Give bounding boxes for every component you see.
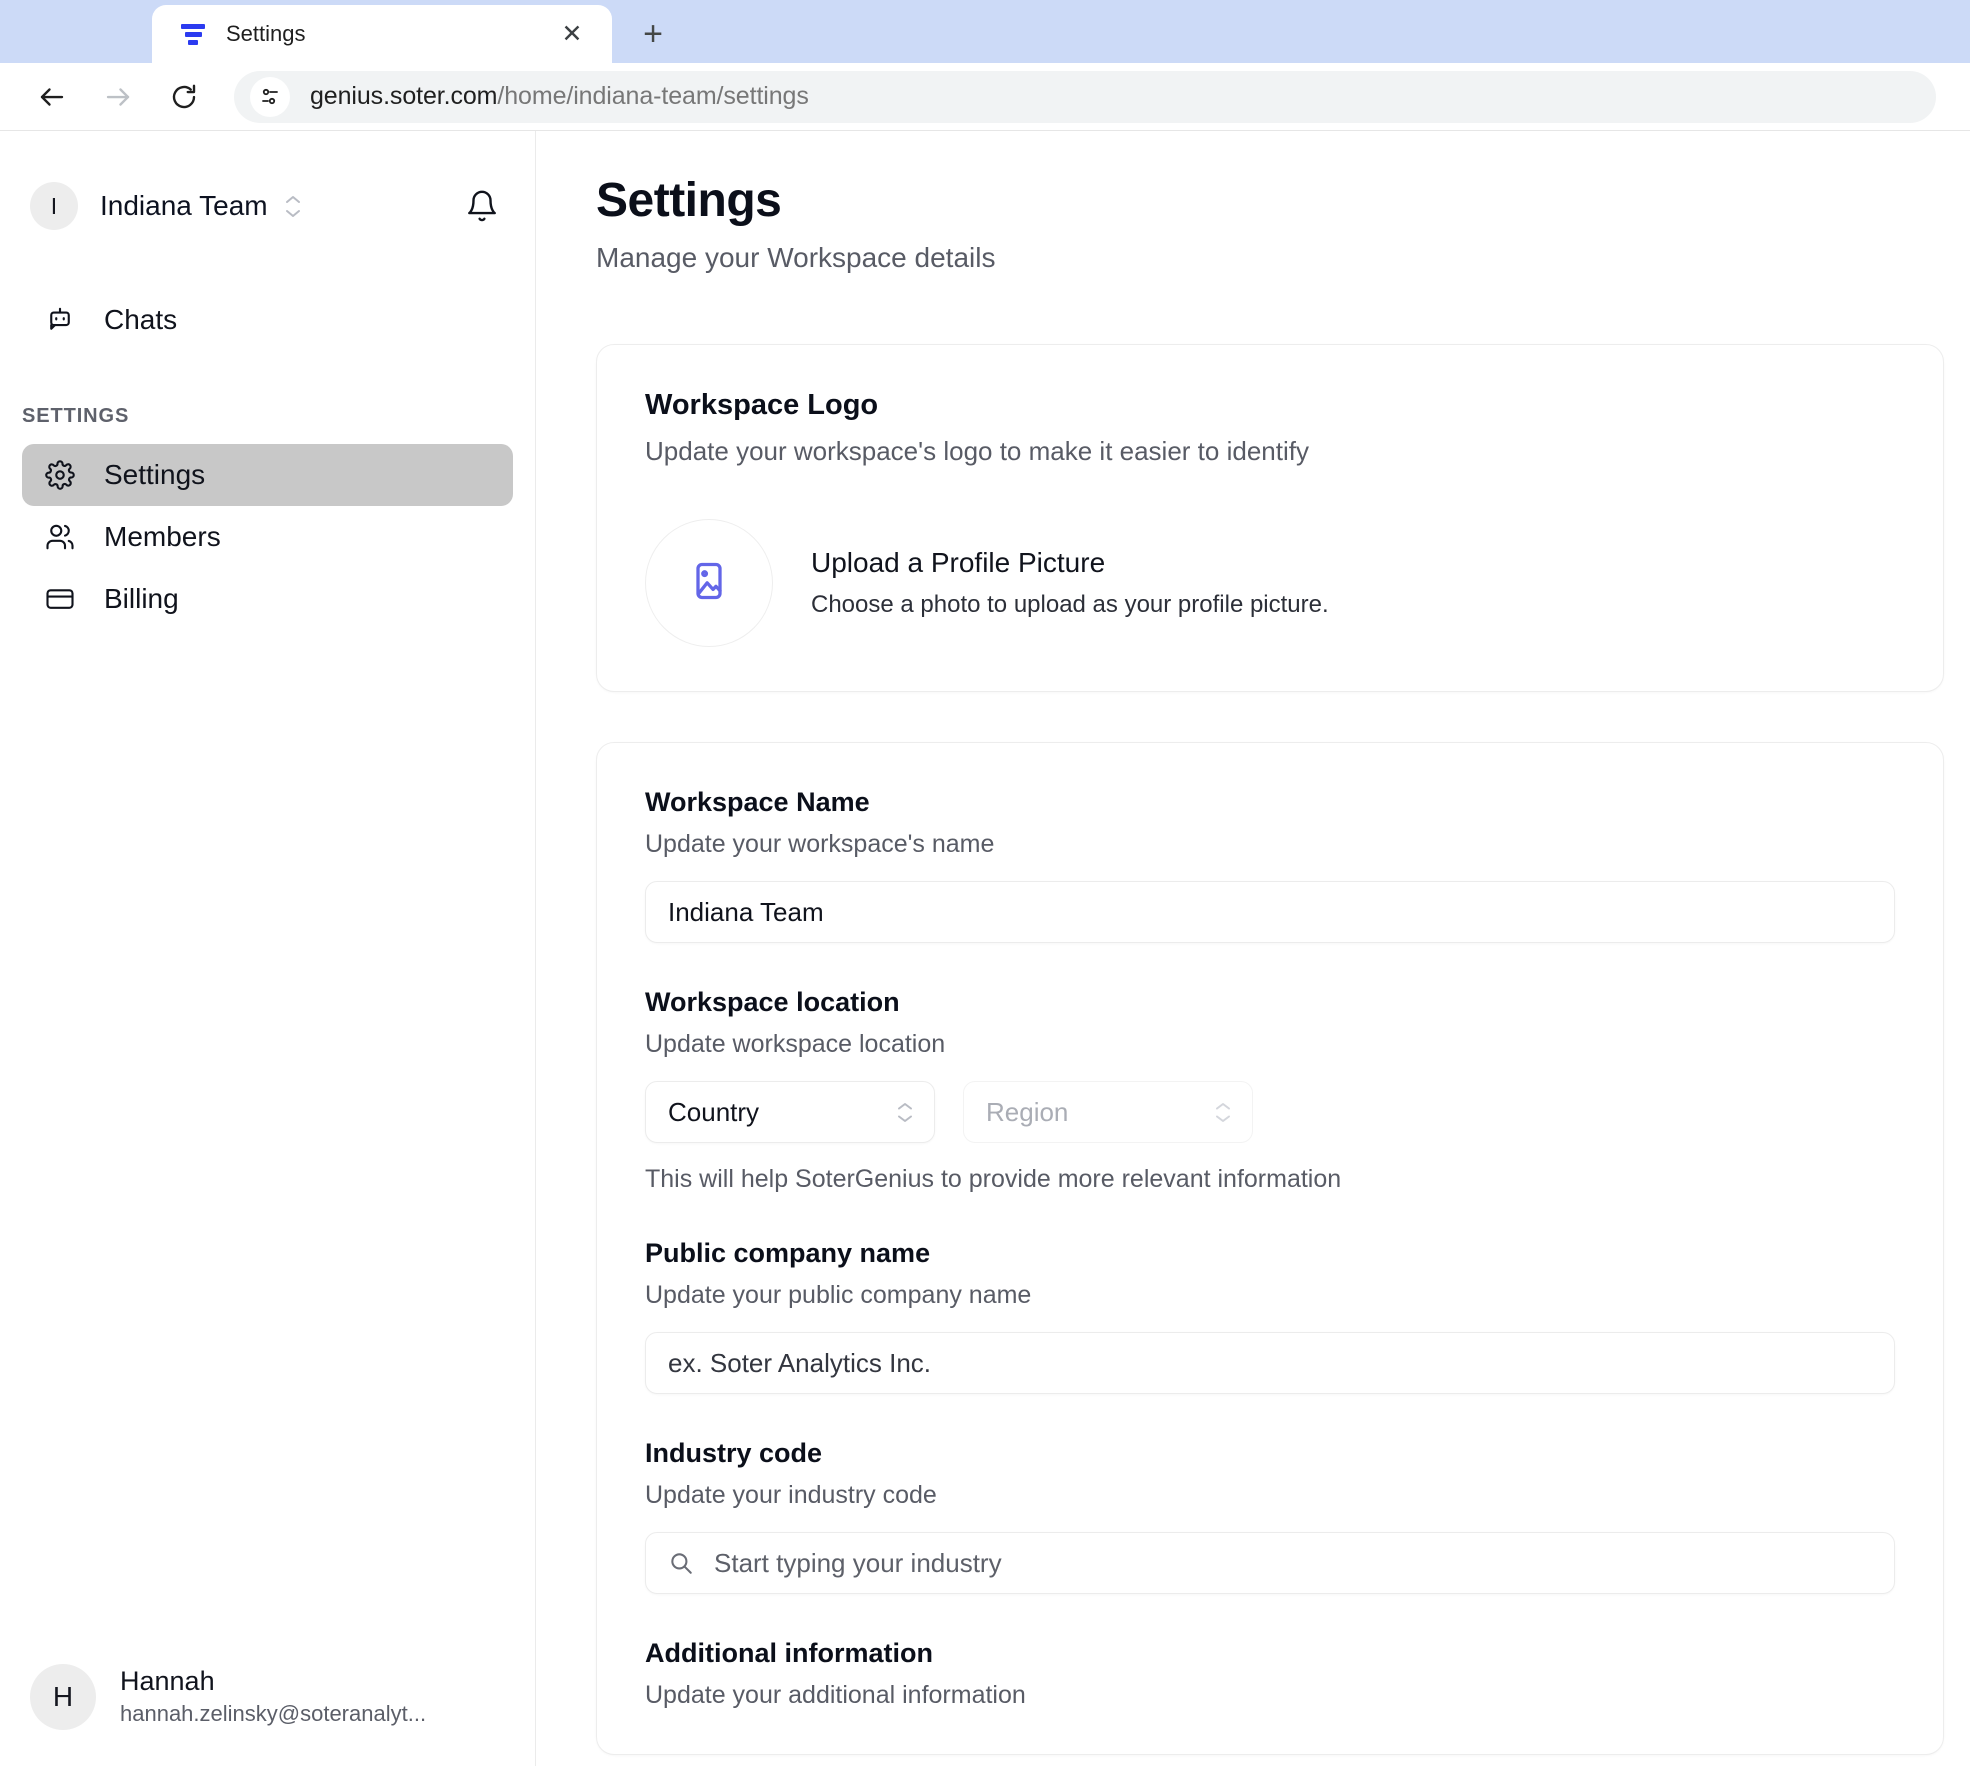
sidebar-item-label: Billing bbox=[104, 583, 179, 614]
field-help: Update your public company name bbox=[645, 1281, 1032, 1310]
main-content: Settings Manage your Workspace details W… bbox=[536, 131, 1970, 1766]
url-host: genius.soter.com bbox=[310, 82, 498, 110]
sidebar-section-title: SETTINGS bbox=[22, 405, 130, 427]
address-bar-url: genius.soter.com/home/indiana-team/setti… bbox=[310, 82, 809, 111]
workspace-avatar: I bbox=[30, 182, 78, 230]
search-icon bbox=[668, 1550, 694, 1576]
sidebar-item-billing[interactable]: Billing bbox=[22, 568, 513, 630]
upload-description: Choose a photo to upload as your profile… bbox=[811, 591, 1329, 619]
sidebar-item-settings[interactable]: Settings bbox=[22, 444, 513, 506]
upload-profile-picture-button[interactable] bbox=[645, 519, 773, 648]
input-value: Indiana Team bbox=[668, 896, 824, 927]
sidebar-item-label: Chats bbox=[104, 304, 178, 335]
workspace-details-card: Workspace Name Update your workspace's n… bbox=[596, 742, 1944, 1756]
page-title: Settings bbox=[596, 174, 782, 227]
credit-card-icon bbox=[44, 583, 76, 615]
country-select[interactable]: Country bbox=[645, 1081, 935, 1144]
field-label: Additional information bbox=[645, 1638, 933, 1669]
image-placeholder-icon bbox=[687, 559, 731, 608]
chevron-up-down-icon[interactable] bbox=[284, 195, 302, 218]
field-additional-information: Additional information Update your addit… bbox=[645, 1638, 1895, 1710]
input-placeholder: ex. Soter Analytics Inc. bbox=[668, 1347, 932, 1378]
reload-icon[interactable] bbox=[156, 69, 212, 125]
page-header: Settings Manage your Workspace details bbox=[536, 173, 1970, 274]
chat-bot-icon bbox=[44, 304, 76, 336]
sidebar-nav-settings: Settings Members Billing bbox=[0, 444, 535, 630]
user-meta: Hannah hannah.zelinsky@soteranalyt... bbox=[120, 1665, 426, 1728]
sidebar-item-label: Members bbox=[104, 521, 221, 552]
avatar: H bbox=[30, 1664, 96, 1730]
field-workspace-name: Workspace Name Update your workspace's n… bbox=[645, 787, 1895, 944]
sidebar-nav-top: Chats bbox=[0, 289, 535, 351]
url-path: /home/indiana-team/settings bbox=[497, 82, 809, 110]
browser-chrome: Settings ✕ + genius.soter.com/home/india… bbox=[0, 0, 1970, 131]
page-subtitle: Manage your Workspace details bbox=[596, 242, 996, 274]
card-subtitle: Update your workspace's logo to make it … bbox=[645, 436, 1309, 467]
user-name: Hannah bbox=[120, 1666, 215, 1697]
browser-tab-settings[interactable]: Settings ✕ bbox=[152, 5, 612, 63]
close-icon[interactable]: ✕ bbox=[554, 16, 590, 52]
field-workspace-location: Workspace location Update workspace loca… bbox=[645, 987, 1895, 1194]
field-industry-code: Industry code Update your industry code … bbox=[645, 1438, 1895, 1595]
location-note: This will help SoterGenius to provide mo… bbox=[645, 1165, 1342, 1194]
sidebar: I Indiana Team Chats SETTINGS Settings M… bbox=[0, 131, 536, 1766]
site-settings-icon[interactable] bbox=[250, 76, 290, 117]
app-root: I Indiana Team Chats SETTINGS Settings M… bbox=[0, 131, 1970, 1766]
region-select-placeholder: Region bbox=[986, 1096, 1069, 1127]
field-label: Workspace location bbox=[645, 987, 900, 1018]
chevron-up-down-icon bbox=[1214, 1102, 1232, 1123]
country-select-value: Country bbox=[668, 1096, 760, 1127]
forward-arrow-icon[interactable] bbox=[90, 69, 146, 125]
upload-row: Upload a Profile Picture Choose a photo … bbox=[645, 519, 1895, 648]
field-label: Public company name bbox=[645, 1238, 931, 1269]
user-profile-card[interactable]: H Hannah hannah.zelinsky@soteranalyt... bbox=[0, 1664, 535, 1766]
field-help: Update your additional information bbox=[645, 1681, 1026, 1710]
field-help: Update your workspace's name bbox=[645, 830, 995, 859]
field-help: Update workspace location bbox=[645, 1030, 946, 1059]
industry-code-search-input[interactable]: Start typing your industry bbox=[645, 1532, 1895, 1595]
workspace-name: Indiana Team bbox=[100, 190, 268, 221]
tab-strip: Settings ✕ + bbox=[0, 0, 1970, 63]
browser-toolbar: genius.soter.com/home/indiana-team/setti… bbox=[0, 63, 1970, 131]
upload-text-block: Upload a Profile Picture Choose a photo … bbox=[811, 547, 1329, 619]
workspace-switcher[interactable]: I Indiana Team bbox=[0, 131, 535, 241]
tab-title: Settings bbox=[226, 21, 306, 46]
field-label: Workspace Name bbox=[645, 787, 870, 818]
card-title: Workspace Logo bbox=[645, 389, 879, 422]
upload-title: Upload a Profile Picture bbox=[811, 547, 1106, 579]
public-company-name-input[interactable]: ex. Soter Analytics Inc. bbox=[645, 1332, 1895, 1395]
filter-funnel-icon bbox=[180, 21, 206, 47]
sidebar-item-members[interactable]: Members bbox=[22, 506, 513, 568]
sidebar-item-label: Settings bbox=[104, 459, 206, 490]
field-help: Update your industry code bbox=[645, 1481, 937, 1510]
users-icon bbox=[44, 521, 76, 553]
field-label: Industry code bbox=[645, 1438, 823, 1469]
sidebar-item-chats[interactable]: Chats bbox=[22, 289, 513, 351]
address-bar[interactable]: genius.soter.com/home/indiana-team/setti… bbox=[234, 70, 1936, 123]
field-public-company-name: Public company name Update your public c… bbox=[645, 1238, 1895, 1395]
workspace-logo-card: Workspace Logo Update your workspace's l… bbox=[596, 344, 1944, 693]
workspace-name-input[interactable]: Indiana Team bbox=[645, 881, 1895, 944]
input-placeholder: Start typing your industry bbox=[714, 1547, 1002, 1578]
bell-icon[interactable] bbox=[459, 183, 505, 229]
back-arrow-icon[interactable] bbox=[24, 69, 80, 125]
new-tab-button[interactable]: + bbox=[628, 9, 678, 59]
chevron-up-down-icon bbox=[896, 1102, 914, 1123]
user-email: hannah.zelinsky@soteranalyt... bbox=[120, 1701, 427, 1727]
location-select-row: Country Region bbox=[645, 1081, 1895, 1144]
region-select[interactable]: Region bbox=[963, 1081, 1253, 1144]
gear-icon bbox=[44, 459, 76, 491]
